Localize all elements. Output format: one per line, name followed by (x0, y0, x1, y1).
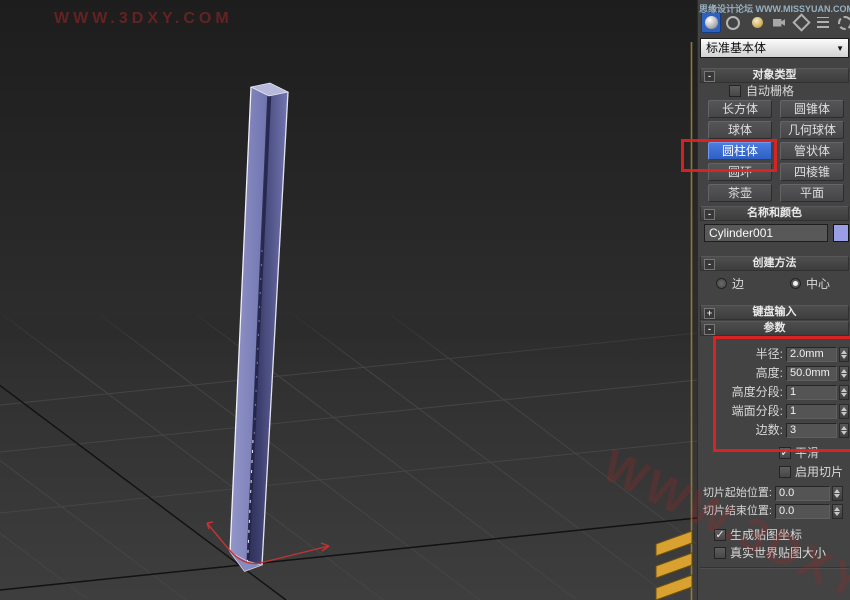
cap-segments-input[interactable]: 1 (786, 404, 837, 419)
sides-input[interactable]: 3 (786, 423, 837, 438)
radius-input[interactable]: 2.0mm (786, 347, 837, 362)
collapse-icon: - (704, 209, 715, 220)
height-spinner[interactable] (839, 366, 849, 381)
slice-on-checkbox[interactable] (779, 466, 791, 478)
rollout-creation-method[interactable]: - 创建方法 (700, 256, 849, 271)
slice-to-spinner[interactable] (832, 504, 843, 519)
slice-to-label: 切片结束位置: (698, 504, 772, 519)
rollout-parameters[interactable]: - 参数 (700, 321, 849, 336)
button-plane[interactable]: 平面 (780, 184, 844, 202)
autogrid-row: 自动栅格 (698, 84, 850, 98)
radius-spinner[interactable] (839, 347, 849, 362)
smooth-checkbox[interactable]: ✓ (779, 447, 791, 459)
collapse-icon: - (704, 324, 715, 335)
height-input[interactable]: 50.0mm (786, 366, 837, 381)
radius-label: 半径: (698, 347, 783, 362)
rollout-keyboard-entry[interactable]: + 键盘输入 (700, 305, 849, 320)
cameras-icon[interactable] (769, 12, 789, 33)
button-torus[interactable]: 圆环 (708, 163, 772, 181)
chevron-down-icon: ▼ (836, 40, 844, 58)
systems-icon[interactable] (835, 12, 850, 33)
radio-center[interactable] (790, 278, 801, 289)
primitive-category-dropdown[interactable]: 标准基本体 ▼ (700, 38, 849, 58)
category-icon-row (698, 11, 850, 35)
autogrid-label: 自动栅格 (746, 84, 794, 98)
height-segments-label: 高度分段: (698, 385, 783, 400)
collapse-icon: - (704, 259, 715, 270)
spacewarps-icon[interactable] (813, 12, 833, 33)
button-teapot[interactable]: 茶壶 (708, 184, 772, 202)
helpers-icon[interactable] (791, 12, 811, 33)
button-tube[interactable]: 管状体 (780, 142, 844, 160)
height-segments-spinner[interactable] (839, 385, 849, 400)
viewport-scene (0, 0, 697, 600)
button-cone[interactable]: 圆锥体 (780, 100, 844, 118)
smooth-label: 平滑 (795, 446, 819, 460)
viewport-3d[interactable]: WWW.3DXY.COM (0, 0, 697, 600)
object-color-swatch[interactable] (833, 224, 849, 242)
generate-mapping-checkbox[interactable]: ✓ (714, 529, 726, 541)
radio-center-label: 中心 (806, 277, 830, 291)
slice-to-input[interactable]: 0.0 (775, 504, 830, 519)
button-geosphere[interactable]: 几何球体 (780, 121, 844, 139)
generate-mapping-label: 生成贴图坐标 (730, 528, 802, 542)
real-world-map-checkbox[interactable] (714, 547, 726, 559)
rollout-object-type[interactable]: - 对象类型 (700, 68, 849, 83)
button-pyramid[interactable]: 四棱锥 (780, 163, 844, 181)
sides-label: 边数: (698, 423, 783, 438)
button-sphere[interactable]: 球体 (708, 121, 772, 139)
radio-edge-label: 边 (732, 277, 744, 291)
cap-segments-label: 端面分段: (698, 404, 783, 419)
shapes-icon[interactable] (723, 12, 743, 33)
3dsmax-window: WWW.3DXY.COM 思缘设计论坛 WWW.MISSYUAN.COM 标准基… (0, 0, 850, 600)
object-name-input[interactable]: Cylinder001 (704, 224, 828, 242)
collapse-icon: - (704, 71, 715, 82)
slice-from-spinner[interactable] (832, 486, 843, 501)
real-world-map-label: 真实世界贴图大小 (730, 546, 826, 560)
slice-from-input[interactable]: 0.0 (775, 486, 830, 501)
rollout-divider (700, 567, 849, 569)
radio-edge[interactable] (716, 278, 727, 289)
cap-segments-spinner[interactable] (839, 404, 849, 419)
geometry-icon[interactable] (701, 12, 721, 33)
button-box[interactable]: 长方体 (708, 100, 772, 118)
height-label: 高度: (698, 366, 783, 381)
slice-from-label: 切片起始位置: (698, 486, 772, 501)
slice-on-label: 启用切片 (795, 465, 843, 479)
command-panel: 思缘设计论坛 WWW.MISSYUAN.COM 标准基本体 ▼ - 对象类型 自… (697, 0, 850, 600)
autogrid-checkbox[interactable] (729, 85, 741, 97)
button-cylinder[interactable]: 圆柱体 (708, 142, 772, 160)
watermark-3dxy: WWW.3DXY.COM (54, 10, 233, 28)
sides-spinner[interactable] (839, 423, 849, 438)
height-segments-input[interactable]: 1 (786, 385, 837, 400)
expand-icon: + (704, 308, 715, 319)
dropdown-value: 标准基本体 (706, 41, 766, 55)
rollout-name-color[interactable]: - 名称和颜色 (700, 206, 849, 221)
lights-icon[interactable] (747, 12, 767, 33)
